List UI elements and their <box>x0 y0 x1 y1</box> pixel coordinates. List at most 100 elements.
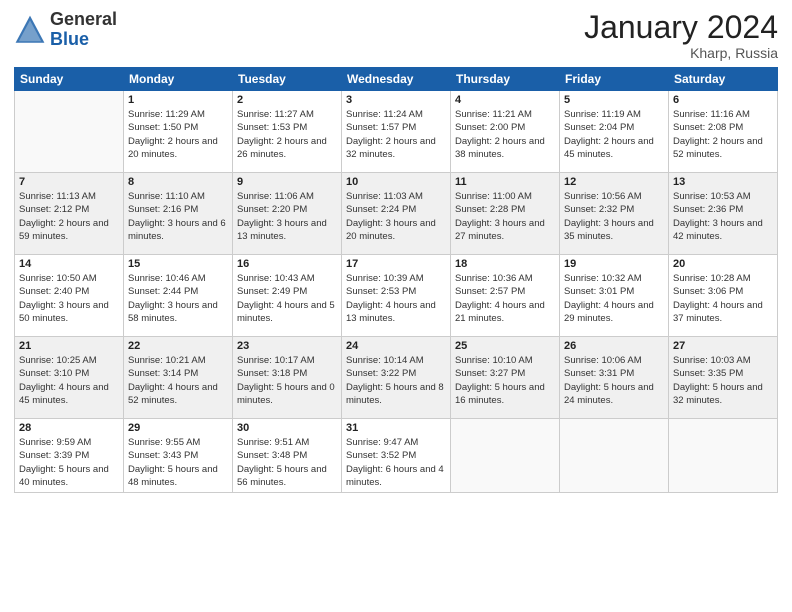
calendar-cell: 10 Sunrise: 11:03 AMSunset: 2:24 PMDayli… <box>342 173 451 255</box>
cell-info: Sunrise: 10:32 AMSunset: 3:01 PMDaylight… <box>564 273 654 324</box>
header: General Blue January 2024 Kharp, Russia <box>14 10 778 61</box>
day-number: 24 <box>346 340 446 352</box>
day-number: 29 <box>128 422 228 434</box>
calendar-week-0: 1 Sunrise: 11:29 AMSunset: 1:50 PMDaylig… <box>15 91 778 173</box>
day-number: 12 <box>564 176 664 188</box>
day-number: 23 <box>237 340 337 352</box>
calendar-cell: 23 Sunrise: 10:17 AMSunset: 3:18 PMDayli… <box>233 337 342 419</box>
cell-info: Sunrise: 10:43 AMSunset: 2:49 PMDaylight… <box>237 273 335 324</box>
calendar-cell <box>669 419 778 493</box>
day-number: 6 <box>673 94 773 106</box>
col-friday: Friday <box>560 68 669 91</box>
day-number: 20 <box>673 258 773 270</box>
calendar-cell: 14 Sunrise: 10:50 AMSunset: 2:40 PMDayli… <box>15 255 124 337</box>
day-number: 22 <box>128 340 228 352</box>
calendar-week-1: 7 Sunrise: 11:13 AMSunset: 2:12 PMDaylig… <box>15 173 778 255</box>
cell-info: Sunrise: 9:55 AMSunset: 3:43 PMDaylight:… <box>128 437 218 488</box>
calendar-cell: 27 Sunrise: 10:03 AMSunset: 3:35 PMDayli… <box>669 337 778 419</box>
cell-info: Sunrise: 10:10 AMSunset: 3:27 PMDaylight… <box>455 355 545 406</box>
logo-text: General Blue <box>50 10 117 50</box>
calendar-cell: 3 Sunrise: 11:24 AMSunset: 1:57 PMDaylig… <box>342 91 451 173</box>
cell-info: Sunrise: 9:51 AMSunset: 3:48 PMDaylight:… <box>237 437 327 488</box>
calendar-cell: 1 Sunrise: 11:29 AMSunset: 1:50 PMDaylig… <box>124 91 233 173</box>
calendar-cell: 16 Sunrise: 10:43 AMSunset: 2:49 PMDayli… <box>233 255 342 337</box>
month-title: January 2024 <box>584 10 778 45</box>
calendar-cell: 4 Sunrise: 11:21 AMSunset: 2:00 PMDaylig… <box>451 91 560 173</box>
day-number: 14 <box>19 258 119 270</box>
cell-info: Sunrise: 10:56 AMSunset: 2:32 PMDaylight… <box>564 191 654 242</box>
calendar-cell: 24 Sunrise: 10:14 AMSunset: 3:22 PMDayli… <box>342 337 451 419</box>
calendar-cell: 25 Sunrise: 10:10 AMSunset: 3:27 PMDayli… <box>451 337 560 419</box>
cell-info: Sunrise: 10:25 AMSunset: 3:10 PMDaylight… <box>19 355 109 406</box>
day-number: 2 <box>237 94 337 106</box>
cell-info: Sunrise: 11:03 AMSunset: 2:24 PMDaylight… <box>346 191 436 242</box>
day-number: 17 <box>346 258 446 270</box>
cell-info: Sunrise: 10:06 AMSunset: 3:31 PMDaylight… <box>564 355 654 406</box>
calendar-cell: 9 Sunrise: 11:06 AMSunset: 2:20 PMDaylig… <box>233 173 342 255</box>
col-wednesday: Wednesday <box>342 68 451 91</box>
day-number: 9 <box>237 176 337 188</box>
page: General Blue January 2024 Kharp, Russia … <box>0 0 792 612</box>
day-number: 31 <box>346 422 446 434</box>
cell-info: Sunrise: 10:39 AMSunset: 2:53 PMDaylight… <box>346 273 436 324</box>
calendar-cell: 19 Sunrise: 10:32 AMSunset: 3:01 PMDayli… <box>560 255 669 337</box>
calendar-cell: 2 Sunrise: 11:27 AMSunset: 1:53 PMDaylig… <box>233 91 342 173</box>
calendar-cell: 7 Sunrise: 11:13 AMSunset: 2:12 PMDaylig… <box>15 173 124 255</box>
calendar-cell <box>451 419 560 493</box>
cell-info: Sunrise: 11:29 AMSunset: 1:50 PMDaylight… <box>128 109 218 160</box>
day-number: 26 <box>564 340 664 352</box>
col-sunday: Sunday <box>15 68 124 91</box>
calendar-cell: 20 Sunrise: 10:28 AMSunset: 3:06 PMDayli… <box>669 255 778 337</box>
cell-info: Sunrise: 11:00 AMSunset: 2:28 PMDaylight… <box>455 191 545 242</box>
cell-info: Sunrise: 11:13 AMSunset: 2:12 PMDaylight… <box>19 191 109 242</box>
col-saturday: Saturday <box>669 68 778 91</box>
day-number: 15 <box>128 258 228 270</box>
cell-info: Sunrise: 10:53 AMSunset: 2:36 PMDaylight… <box>673 191 763 242</box>
day-number: 16 <box>237 258 337 270</box>
logo: General Blue <box>14 10 117 50</box>
calendar-cell: 13 Sunrise: 10:53 AMSunset: 2:36 PMDayli… <box>669 173 778 255</box>
calendar-cell: 6 Sunrise: 11:16 AMSunset: 2:08 PMDaylig… <box>669 91 778 173</box>
logo-icon <box>14 14 46 46</box>
day-number: 8 <box>128 176 228 188</box>
calendar-cell: 15 Sunrise: 10:46 AMSunset: 2:44 PMDayli… <box>124 255 233 337</box>
title-block: January 2024 Kharp, Russia <box>584 10 778 61</box>
cell-info: Sunrise: 10:21 AMSunset: 3:14 PMDaylight… <box>128 355 218 406</box>
header-row: Sunday Monday Tuesday Wednesday Thursday… <box>15 68 778 91</box>
day-number: 30 <box>237 422 337 434</box>
cell-info: Sunrise: 11:19 AMSunset: 2:04 PMDaylight… <box>564 109 654 160</box>
location: Kharp, Russia <box>584 45 778 61</box>
cell-info: Sunrise: 10:50 AMSunset: 2:40 PMDaylight… <box>19 273 109 324</box>
calendar-week-3: 21 Sunrise: 10:25 AMSunset: 3:10 PMDayli… <box>15 337 778 419</box>
cell-info: Sunrise: 10:36 AMSunset: 2:57 PMDaylight… <box>455 273 545 324</box>
calendar-cell: 21 Sunrise: 10:25 AMSunset: 3:10 PMDayli… <box>15 337 124 419</box>
cell-info: Sunrise: 11:24 AMSunset: 1:57 PMDaylight… <box>346 109 436 160</box>
day-number: 21 <box>19 340 119 352</box>
day-number: 25 <box>455 340 555 352</box>
cell-info: Sunrise: 11:27 AMSunset: 1:53 PMDaylight… <box>237 109 327 160</box>
day-number: 7 <box>19 176 119 188</box>
calendar-table: Sunday Monday Tuesday Wednesday Thursday… <box>14 67 778 493</box>
day-number: 4 <box>455 94 555 106</box>
cell-info: Sunrise: 10:03 AMSunset: 3:35 PMDaylight… <box>673 355 763 406</box>
calendar-cell: 12 Sunrise: 10:56 AMSunset: 2:32 PMDayli… <box>560 173 669 255</box>
cell-info: Sunrise: 10:14 AMSunset: 3:22 PMDaylight… <box>346 355 444 406</box>
day-number: 19 <box>564 258 664 270</box>
day-number: 11 <box>455 176 555 188</box>
calendar-cell: 8 Sunrise: 11:10 AMSunset: 2:16 PMDaylig… <box>124 173 233 255</box>
cell-info: Sunrise: 11:16 AMSunset: 2:08 PMDaylight… <box>673 109 763 160</box>
calendar-cell: 22 Sunrise: 10:21 AMSunset: 3:14 PMDayli… <box>124 337 233 419</box>
calendar-cell: 11 Sunrise: 11:00 AMSunset: 2:28 PMDayli… <box>451 173 560 255</box>
day-number: 1 <box>128 94 228 106</box>
calendar-cell: 31 Sunrise: 9:47 AMSunset: 3:52 PMDaylig… <box>342 419 451 493</box>
cell-info: Sunrise: 11:06 AMSunset: 2:20 PMDaylight… <box>237 191 327 242</box>
cell-info: Sunrise: 10:17 AMSunset: 3:18 PMDaylight… <box>237 355 335 406</box>
calendar-cell: 29 Sunrise: 9:55 AMSunset: 3:43 PMDaylig… <box>124 419 233 493</box>
col-monday: Monday <box>124 68 233 91</box>
calendar-cell: 30 Sunrise: 9:51 AMSunset: 3:48 PMDaylig… <box>233 419 342 493</box>
cell-info: Sunrise: 11:21 AMSunset: 2:00 PMDaylight… <box>455 109 545 160</box>
logo-blue-text: Blue <box>50 29 89 49</box>
calendar-cell: 5 Sunrise: 11:19 AMSunset: 2:04 PMDaylig… <box>560 91 669 173</box>
calendar-cell: 17 Sunrise: 10:39 AMSunset: 2:53 PMDayli… <box>342 255 451 337</box>
day-number: 3 <box>346 94 446 106</box>
